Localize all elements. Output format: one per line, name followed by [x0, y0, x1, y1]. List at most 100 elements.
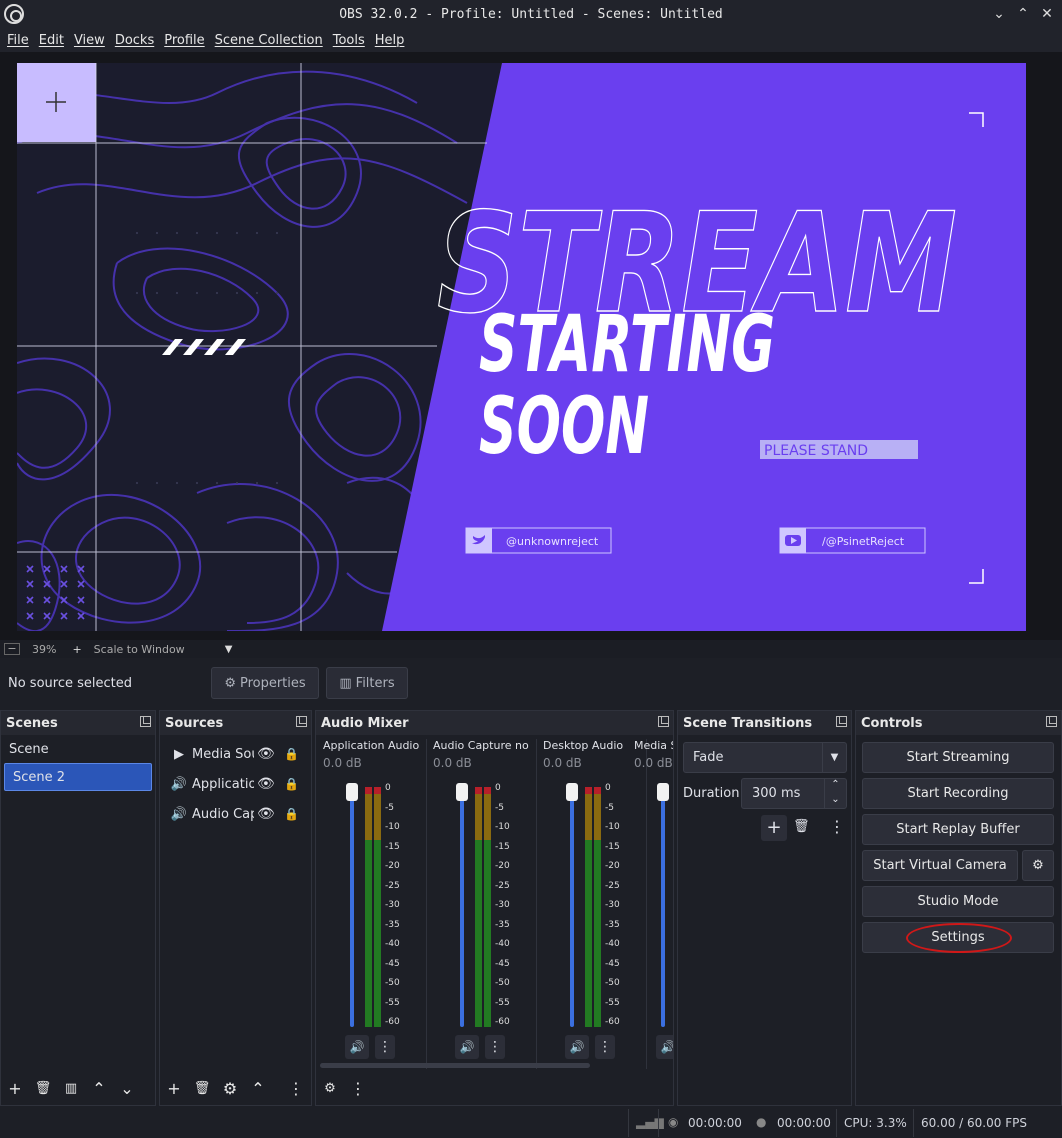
remove-transition-icon[interactable]: 🗑 — [793, 819, 810, 834]
duration-spinbox[interactable]: 300 ms ⌃ ⌄ — [741, 778, 847, 809]
transitions-title: Scene Transitions — [683, 715, 813, 731]
meter-scale-label: -10 — [495, 822, 510, 832]
recording-time: 00:00:00 — [777, 1116, 831, 1130]
channel-menu-icon[interactable]: ⋮ — [485, 1035, 505, 1059]
scale-mode-dropdown-icon[interactable]: ▼ — [225, 644, 233, 655]
virtual-camera-settings-button[interactable]: ⚙ — [1022, 850, 1054, 881]
visibility-eye-icon[interactable]: 👁 — [257, 746, 275, 762]
menu-help[interactable]: Help — [370, 33, 410, 48]
menu-scene-collection[interactable]: Scene Collection — [210, 33, 328, 48]
studio-mode-button[interactable]: Studio Mode — [862, 886, 1054, 917]
mixer-channel: Media S0.0 dB0-5-10-15-20-25-30-35-40-45… — [634, 739, 673, 1074]
advanced-audio-icon[interactable]: ⚙ — [316, 1081, 344, 1096]
volume-fader-handle[interactable] — [456, 783, 468, 801]
record-status-icon: ● — [756, 1115, 767, 1129]
scenes-toolbar: + 🗑 ▥ ⌃ ⌄ — [1, 1075, 155, 1101]
undock-icon[interactable] — [1046, 716, 1057, 727]
visibility-eye-icon[interactable]: 👁 — [257, 806, 275, 822]
meter-scale-label: -15 — [605, 841, 620, 852]
lock-icon[interactable]: 🔒 — [284, 807, 299, 821]
maximize-icon[interactable]: ⌃ — [1012, 4, 1034, 24]
menu-file[interactable]: File — [2, 33, 34, 48]
source-item[interactable]: 🔊 Audio Cap 👁 🔒 — [160, 799, 311, 829]
move-down-icon[interactable]: ⌄ — [113, 1079, 141, 1098]
lock-icon[interactable]: 🔒 — [284, 747, 299, 761]
add-scene-icon[interactable]: + — [1, 1079, 29, 1098]
status-bar: ▂▄▆ ◉ 00:00:00 ● 00:00:00 CPU: 3.3% 60.0… — [0, 1108, 1062, 1138]
meter-scale-label: -30 — [495, 900, 510, 910]
volume-fader-handle[interactable] — [566, 783, 578, 801]
menu-profile[interactable]: Profile — [159, 33, 209, 48]
start-virtual-camera-button[interactable]: Start Virtual Camera — [862, 850, 1018, 881]
undock-icon[interactable] — [658, 716, 669, 727]
start-streaming-button[interactable]: Start Streaming — [862, 742, 1054, 773]
channel-menu-icon[interactable]: ⋮ — [375, 1035, 395, 1059]
meter-scale-label: -50 — [385, 978, 400, 988]
source-properties-icon[interactable]: ⚙ — [216, 1079, 244, 1098]
scene-filters-icon[interactable]: ▥ — [57, 1081, 85, 1096]
dropdown-arrow-icon[interactable]: ▼ — [822, 743, 846, 772]
lock-icon[interactable]: 🔒 — [284, 777, 299, 791]
volume-fader-handle[interactable] — [657, 783, 669, 801]
volume-fader-handle[interactable] — [346, 783, 358, 801]
meter-scale-label: -5 — [385, 802, 394, 813]
source-item[interactable]: ▶ Media Sou 👁 🔒 — [160, 739, 311, 769]
transition-options-icon[interactable]: ⋮ — [829, 817, 845, 836]
mixer-scrollbar[interactable] — [320, 1063, 590, 1068]
meter-scale-label: -5 — [495, 802, 504, 813]
more-options-icon[interactable]: ⋮ — [282, 1079, 310, 1098]
zoom-out-button[interactable]: − — [4, 643, 20, 655]
volume-fader-track[interactable] — [460, 787, 464, 1027]
start-recording-button[interactable]: Start Recording — [862, 778, 1054, 809]
volume-fader-track[interactable] — [570, 787, 574, 1027]
scene-item-selected[interactable]: Scene 2 — [4, 763, 152, 791]
mute-speaker-icon[interactable]: 🔊 — [455, 1035, 479, 1059]
spin-up-icon[interactable]: ⌃ — [824, 779, 846, 794]
move-up-icon[interactable]: ⌃ — [85, 1079, 113, 1098]
transition-select[interactable]: Fade ▼ — [683, 742, 847, 773]
window-title: OBS 32.0.2 - Profile: Untitled - Scenes:… — [339, 6, 723, 22]
menu-edit[interactable]: Edit — [34, 33, 69, 48]
meter-scale-label: -40 — [605, 939, 620, 949]
scene-item[interactable]: Scene — [1, 735, 155, 763]
filters-button[interactable]: ▥ Filters — [326, 667, 408, 699]
undock-icon[interactable] — [140, 716, 151, 727]
mute-speaker-icon[interactable]: 🔊 — [656, 1035, 673, 1059]
meter-scale-label: -30 — [385, 900, 400, 910]
volume-fader-track[interactable] — [350, 787, 354, 1027]
menu-view[interactable]: View — [69, 33, 110, 48]
highlight-ellipse — [906, 923, 1012, 953]
settings-button[interactable]: Settings — [862, 922, 1054, 953]
add-transition-icon[interactable]: + — [761, 815, 787, 841]
level-meter — [484, 787, 491, 1027]
start-replay-buffer-button[interactable]: Start Replay Buffer — [862, 814, 1054, 845]
menu-tools[interactable]: Tools — [328, 33, 370, 48]
scale-mode-select[interactable]: Scale to Window — [94, 643, 185, 656]
spin-down-icon[interactable]: ⌄ — [824, 794, 846, 809]
transitions-dock: Scene Transitions Fade ▼ Duration 300 ms… — [677, 710, 852, 1106]
channel-menu-icon[interactable]: ⋮ — [595, 1035, 615, 1059]
mute-speaker-icon[interactable]: 🔊 — [345, 1035, 369, 1059]
twitter-handle: @unknownreject — [506, 535, 599, 548]
move-up-icon[interactable]: ⌃ — [244, 1079, 272, 1098]
mute-speaker-icon[interactable]: 🔊 — [565, 1035, 589, 1059]
remove-source-icon[interactable]: 🗑 — [188, 1081, 216, 1096]
meter-scale-label: -45 — [605, 958, 620, 969]
level-meter — [475, 787, 482, 1027]
properties-button[interactable]: ⚙ Properties — [211, 667, 319, 699]
minimize-icon[interactable]: ⌄ — [988, 4, 1010, 24]
add-source-icon[interactable]: + — [160, 1079, 188, 1098]
meter-scale-label: -40 — [495, 939, 510, 949]
more-options-icon[interactable]: ⋮ — [344, 1079, 372, 1098]
undock-icon[interactable] — [836, 716, 847, 727]
undock-icon[interactable] — [296, 716, 307, 727]
level-meter — [374, 787, 381, 1027]
zoom-in-button[interactable]: + — [72, 643, 81, 656]
visibility-eye-icon[interactable]: 👁 — [257, 776, 275, 792]
volume-fader-track[interactable] — [661, 787, 665, 1027]
remove-scene-icon[interactable]: 🗑 — [29, 1081, 57, 1096]
menu-docks[interactable]: Docks — [110, 33, 159, 48]
preview-canvas[interactable]: STREAM STARTING SOON PLEASE STAND @unkno… — [17, 63, 1026, 631]
close-icon[interactable]: ✕ — [1036, 4, 1058, 24]
source-item[interactable]: 🔊 Applicatio 👁 🔒 — [160, 769, 311, 799]
